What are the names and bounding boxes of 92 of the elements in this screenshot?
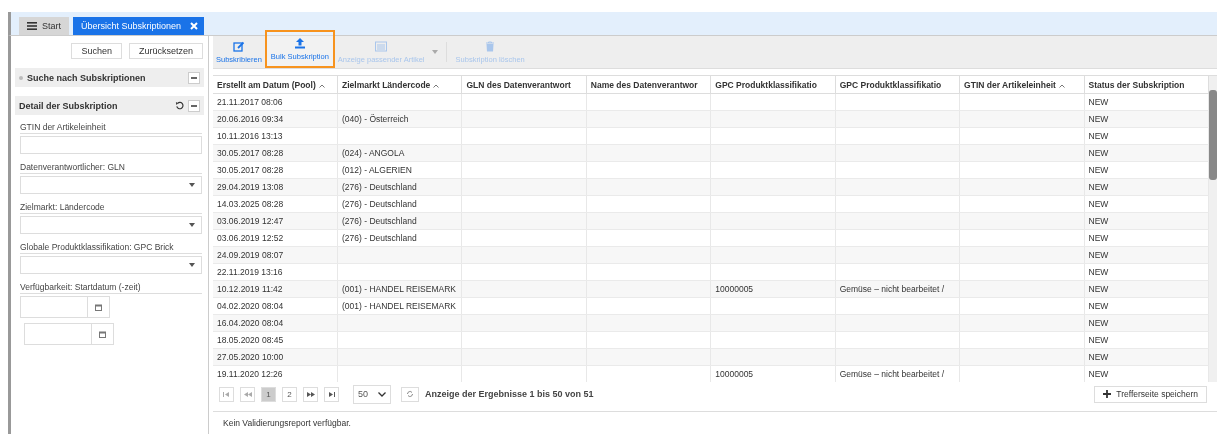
table-cell: 03.06.2019 12:52 (213, 229, 338, 247)
table-cell: NEW (1084, 127, 1209, 145)
last-page-button[interactable] (324, 386, 339, 402)
calendar-button[interactable] (88, 296, 110, 318)
sidebar-button[interactable]: Zurücksetzen (128, 43, 203, 59)
table-cell: (276) - Deutschland (337, 229, 462, 247)
tab-label: Start (42, 21, 61, 31)
caret-icon (189, 223, 195, 227)
sort-icon[interactable] (1058, 83, 1065, 88)
table-cell: NEW (1084, 297, 1209, 315)
field-label: GTIN der Artikeleinheit (20, 122, 202, 134)
list-icon (375, 40, 388, 52)
calendar-icon (99, 330, 106, 338)
caret-icon (189, 183, 195, 187)
text-field[interactable] (20, 136, 202, 154)
calendar-button[interactable] (92, 323, 114, 345)
first-page-icon (223, 391, 230, 397)
table-cell: 18.05.2020 08:45 (213, 331, 338, 349)
tab[interactable]: Start (19, 17, 69, 35)
refresh-button[interactable] (401, 386, 419, 402)
caret-icon (189, 263, 195, 267)
page-button[interactable]: 1 (261, 386, 276, 402)
time-field[interactable] (24, 323, 92, 345)
table-cell: NEW (1084, 195, 1209, 213)
bullet-icon (19, 75, 23, 80)
field-label: Zielmarkt: Ländercode (20, 202, 202, 214)
field-label: Globale Produktklassifikation: GPC Brick (20, 242, 202, 254)
edit-icon (232, 40, 245, 52)
chevron-icon (378, 391, 386, 397)
calendar-icon (95, 303, 102, 311)
section-header[interactable]: Suche nach Subskriptionen (15, 68, 204, 87)
minus-icon[interactable] (188, 99, 200, 112)
table-cell: 21.11.2017 08:06 (213, 93, 338, 111)
section-header[interactable]: Detail der Subskription (15, 96, 204, 115)
save-results-button[interactable]: Trefferseite speichern (1094, 385, 1207, 403)
tab-label: Übersicht Subskriptionen (81, 21, 182, 31)
column-header[interactable]: Erstellt am Datum (Pool) (213, 76, 338, 94)
close-icon[interactable] (190, 22, 199, 30)
table-cell: 10.11.2016 13:13 (213, 127, 338, 145)
sort-icon[interactable] (318, 83, 325, 88)
sidebar-button[interactable]: Suchen (71, 43, 122, 59)
reset-icon[interactable] (174, 100, 184, 111)
column-header[interactable]: GTIN der Artikeleinheit (959, 76, 1085, 94)
table-cell: 19.11.2020 12:26 (213, 365, 338, 383)
first-page-button[interactable] (219, 386, 234, 402)
section-title: Suche nach Subskriptionen (27, 72, 147, 83)
sort-icon[interactable] (433, 83, 440, 88)
field-label: Verfügbarkeit: Startdatum (-zeit) (20, 282, 202, 294)
upload-icon (293, 37, 306, 49)
menu-icon (27, 22, 37, 30)
dropdown-field[interactable] (20, 176, 202, 194)
plus-icon (1103, 390, 1112, 399)
table-cell: NEW (1084, 263, 1209, 281)
last-page-icon (328, 391, 335, 397)
table-cell: NEW (1084, 161, 1209, 179)
minus-icon[interactable] (188, 71, 200, 84)
column-header[interactable]: GLN des Datenverantwort (461, 76, 587, 94)
dropdown-field[interactable] (20, 256, 202, 274)
table-cell: 04.02.2020 08:04 (213, 297, 338, 315)
refresh-icon (406, 390, 414, 399)
table-cell: (276) - Deutschland (337, 195, 462, 213)
table-cell: Gemüse – nicht bearbeitet / (835, 365, 960, 383)
table-cell: 14.03.2025 08:28 (213, 195, 338, 213)
page-button[interactable]: 2 (282, 386, 297, 402)
table-cell: (012) - ALGERIEN (337, 161, 462, 179)
trash-icon (484, 40, 497, 52)
table-cell: (001) - HANDEL REISEMARK (337, 297, 462, 315)
column-header[interactable]: GPC Produktklassifikatio (710, 76, 836, 94)
table-cell: NEW (1084, 93, 1209, 111)
column-header[interactable]: Status der Subskription (1084, 76, 1209, 94)
column-header[interactable]: Zielmarkt Ländercode (337, 76, 462, 94)
column-header[interactable]: GPC Produktklassifikatio (835, 76, 960, 94)
column-header[interactable]: Name des Datenverantwor (586, 76, 711, 94)
date-field[interactable] (20, 296, 88, 318)
next-page-button[interactable] (303, 386, 318, 402)
table-cell: 22.11.2019 13:16 (213, 263, 338, 281)
scrollbar[interactable] (1209, 76, 1217, 383)
table-cell: 30.05.2017 08:28 (213, 161, 338, 179)
previous-page-icon (243, 391, 252, 397)
dropdown-field[interactable] (20, 216, 202, 234)
tab[interactable]: Übersicht Subskriptionen (73, 17, 205, 35)
section-title: Detail der Subskription (19, 100, 119, 111)
status-message: Kein Validierungsreport verfügbar. (213, 411, 1217, 434)
next-page-icon (306, 391, 315, 397)
table-cell: NEW (1084, 229, 1209, 247)
results-summary: Anzeige der Ergebnisse 1 bis 50 von 51 (425, 389, 594, 400)
page-size-select[interactable]: 50 (353, 384, 391, 404)
field-label: Datenverantwortlicher: GLN (20, 162, 202, 174)
table-cell: NEW (1084, 331, 1209, 349)
previous-page-button[interactable] (240, 386, 255, 402)
table-cell: NEW (1084, 365, 1209, 383)
table-cell: 10000005 (710, 365, 836, 383)
